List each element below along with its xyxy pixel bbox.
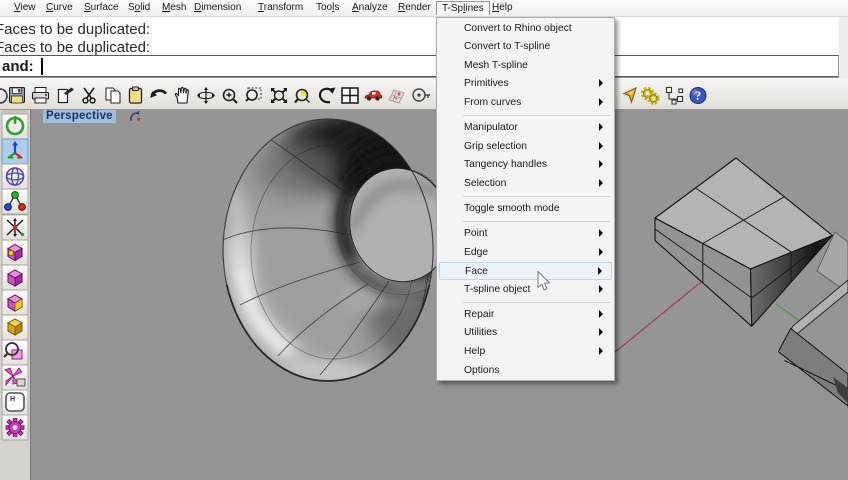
svg-text:H: H [10,396,15,403]
svg-text:?: ? [695,88,702,103]
